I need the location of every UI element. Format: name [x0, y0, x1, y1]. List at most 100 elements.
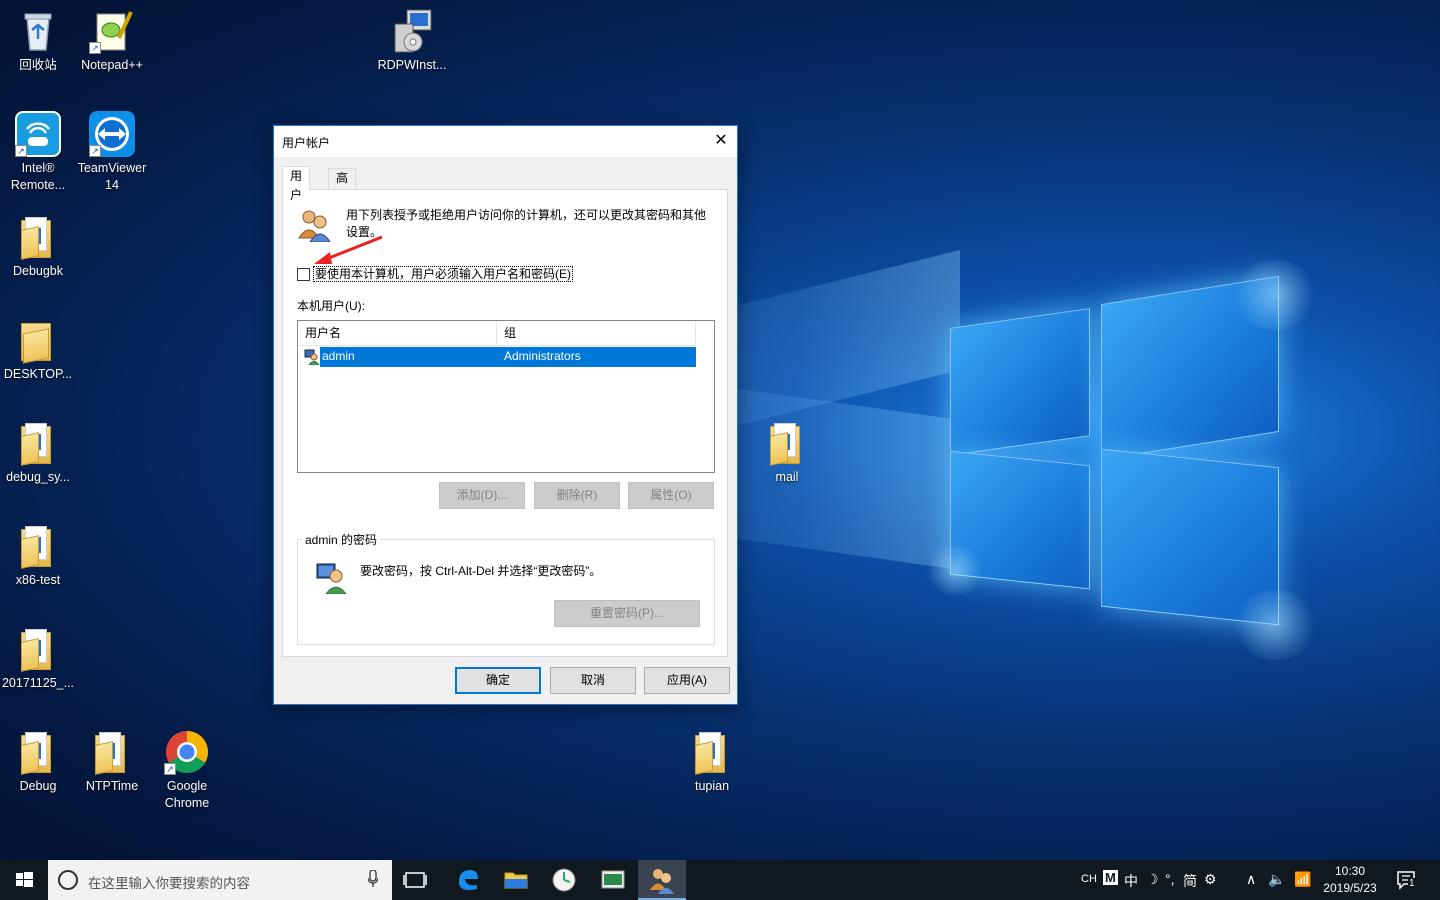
cortana-icon [58, 870, 78, 890]
apply-button[interactable]: 应用(A) [644, 667, 730, 694]
desktop-icon-label: NTPTime [85, 779, 139, 793]
desktop-icon-label: DESKTOP... [3, 367, 73, 381]
folder-icon [89, 729, 135, 775]
notification-count-badge: 1 [1408, 878, 1416, 889]
desktop-icon-google-chrome[interactable]: ↗ Google Chrome [149, 729, 225, 812]
add-user-button[interactable]: 添加(D)... [439, 482, 525, 509]
remote-app-icon [601, 870, 625, 889]
desktop-icon-recycle-bin[interactable]: 回收站 [0, 8, 76, 74]
reset-password-button[interactable]: 重置密码(P)... [554, 600, 700, 627]
desktop-icon-mail[interactable]: mail [749, 420, 825, 486]
desktop-icon-x86-test[interactable]: x86-test [0, 523, 76, 589]
search-placeholder: 在这里输入你要搜索的内容 [88, 876, 250, 891]
users-group-icon [297, 208, 331, 243]
password-instructions: 要改密码，按 Ctrl-Alt-Del 并选择“更改密码”。 [360, 564, 602, 578]
cancel-button[interactable]: 取消 [550, 667, 636, 694]
taskbar-file-explorer[interactable] [492, 860, 540, 900]
folder-icon [15, 523, 61, 569]
glow [1230, 260, 1320, 330]
desktop-icon-label: debug_sy... [6, 470, 70, 484]
clock-date: 2019/5/23 [1323, 881, 1377, 895]
user-icon [304, 349, 320, 366]
desktop-icon-label: x86-test [15, 573, 61, 587]
tab-users[interactable]: 用户 [282, 166, 311, 202]
desktop-icon-tupian[interactable]: tupian [674, 729, 750, 795]
folder-icon [15, 214, 61, 260]
desktop-icon-debug-sy[interactable]: debug_sy... [0, 420, 76, 486]
desktop-icon-rdpwinst[interactable]: RDPWInst... [374, 8, 450, 74]
require-password-label[interactable]: 要使用本计算机，用户必须输入用户名和密码(E) [313, 266, 573, 282]
taskbar-remote-app[interactable] [589, 860, 637, 900]
notepadpp-icon: ↗ [89, 8, 135, 54]
window-logo-pane-tl [950, 308, 1090, 456]
desktop-icon-label: Intel® [21, 161, 55, 175]
ime-chinese-toggle[interactable]: 中 [1124, 871, 1138, 891]
input-language-indicator[interactable]: CH [1081, 873, 1097, 885]
desktop-icon-label: tupian [694, 779, 730, 793]
cell-username: admin [322, 349, 355, 363]
speaker-icon[interactable]: 🔈 [1268, 871, 1285, 888]
ok-button[interactable]: 确定 [455, 667, 541, 694]
desktop-icon-debugbk[interactable]: Debugbk [0, 214, 76, 280]
chrome-icon: ↗ [164, 729, 210, 775]
taskbar-search-box[interactable]: 在这里输入你要搜索的内容 [48, 860, 392, 900]
users-tab-panel: 用下列表授予或拒绝用户访问你的计算机，还可以更改其密码和其他设置。 要使用本计算… [282, 189, 728, 657]
desktop-icon-teamviewer[interactable]: ↗ TeamViewer 14 [74, 111, 150, 194]
dialog-titlebar[interactable]: 用户帐户 ✕ [274, 126, 737, 157]
taskbar-clock[interactable]: 10:30 2019/5/23 [1316, 863, 1384, 897]
desktop-icon-ntptime[interactable]: NTPTime [74, 729, 150, 795]
show-hidden-icons-chevron-icon[interactable]: ∧ [1246, 871, 1256, 888]
desktop-icon-label: Debugbk [12, 264, 64, 278]
folder-icon [689, 729, 735, 775]
teamviewer-icon: ↗ [89, 111, 135, 157]
intro-description: 用下列表授予或拒绝用户访问你的计算机，还可以更改其密码和其他设置。 [346, 208, 707, 239]
desktop-icon-label: 20171125_... [1, 676, 75, 690]
desktop-icon-desktop-folder[interactable]: DESKTOP... [0, 317, 76, 383]
desktop-icon-20171125[interactable]: 20171125_... [0, 626, 76, 692]
password-groupbox: 要改密码，按 Ctrl-Alt-Del 并选择“更改密码”。 重置密码(P)..… [297, 539, 715, 645]
taskbar-clock-app[interactable] [540, 860, 588, 900]
punctuation-toggle[interactable]: °, [1165, 871, 1175, 887]
users-group-icon [650, 869, 674, 894]
properties-button[interactable]: 属性(O) [628, 482, 714, 509]
users-list[interactable]: 用户名 组 admin Administrators [297, 320, 715, 473]
action-center-button[interactable]: 1 [1396, 870, 1418, 890]
start-button[interactable] [0, 860, 48, 900]
desktop-icon-intel-remote[interactable]: ↗ Intel® Remote... [0, 111, 76, 194]
ime-settings-gear-icon[interactable]: ⚙ [1204, 871, 1217, 888]
desktop-icon-label: Notepad++ [81, 58, 143, 72]
desktop-icon-label: RDPWInst... [377, 58, 447, 72]
edge-icon [459, 870, 478, 891]
user-password-icon [316, 562, 348, 595]
task-view-button[interactable] [392, 860, 440, 900]
shortcut-arrow-icon: ↗ [164, 763, 176, 775]
clock-app-icon [552, 868, 576, 892]
moon-icon[interactable]: ☽ [1146, 871, 1159, 888]
installer-icon [389, 8, 435, 54]
clock-time: 10:30 [1334, 864, 1366, 878]
network-icon[interactable]: 📶 [1294, 871, 1311, 888]
microphone-icon[interactable] [368, 870, 378, 888]
list-scrollbar[interactable] [696, 321, 714, 472]
tab-advanced[interactable]: 高级 [328, 168, 357, 204]
table-row[interactable]: admin Administrators [304, 347, 696, 367]
taskbar-edge[interactable] [444, 860, 492, 900]
desktop-icon-label: Google [166, 779, 208, 793]
folder-icon [15, 626, 61, 672]
recycle-bin-icon [15, 8, 61, 54]
column-header-username[interactable]: 用户名 [298, 321, 497, 345]
ime-mode-indicator[interactable]: M [1103, 870, 1118, 885]
simplified-toggle[interactable]: 简 [1183, 871, 1197, 891]
desktop-icon-label: mail [775, 470, 799, 484]
taskbar-user-accounts[interactable] [638, 860, 686, 900]
local-users-label: 本机用户(U): [297, 299, 365, 313]
column-header-group[interactable]: 组 [497, 321, 696, 345]
intel-remote-icon: ↗ [15, 111, 61, 157]
file-explorer-icon [504, 872, 528, 889]
close-button[interactable]: ✕ [705, 126, 737, 156]
remove-user-button[interactable]: 删除(R) [534, 482, 620, 509]
require-password-checkbox[interactable] [297, 268, 310, 281]
task-view-icon [403, 872, 427, 888]
desktop-icon-notepadpp[interactable]: ↗ Notepad++ [74, 8, 150, 74]
desktop-icon-debug[interactable]: Debug [0, 729, 76, 795]
